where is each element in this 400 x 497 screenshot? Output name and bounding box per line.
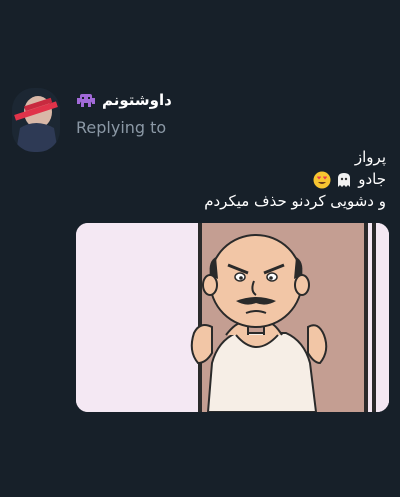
avatar[interactable]: [12, 88, 60, 152]
alien-monster-icon: [76, 92, 96, 108]
replying-to-label: Replying to: [76, 118, 167, 137]
display-name[interactable]: داوشتونم: [102, 91, 172, 109]
avatar-image: [12, 88, 60, 152]
tweet-media[interactable]: [76, 223, 389, 412]
cartoon-man-gif: [76, 223, 389, 412]
heart-eyes-icon: [313, 171, 331, 189]
ghost-icon: [335, 171, 353, 189]
tweet-line-2: جادو: [86, 168, 386, 190]
name-row[interactable]: داوشتونم: [76, 88, 380, 112]
tweet-header: داوشتونم Replying to: [76, 88, 380, 137]
tweet-line-3: و دشویی کردنو حذف میکردم: [204, 192, 386, 210]
tweet-line-1: پرواز: [354, 148, 386, 166]
tweet[interactable]: داوشتونم Replying to پرواز جادو و دشویی …: [0, 0, 400, 497]
tweet-text: پرواز جادو و دشویی کردنو حذف میکردم: [86, 146, 386, 212]
tweet-line-2-text: جادو: [358, 170, 386, 188]
